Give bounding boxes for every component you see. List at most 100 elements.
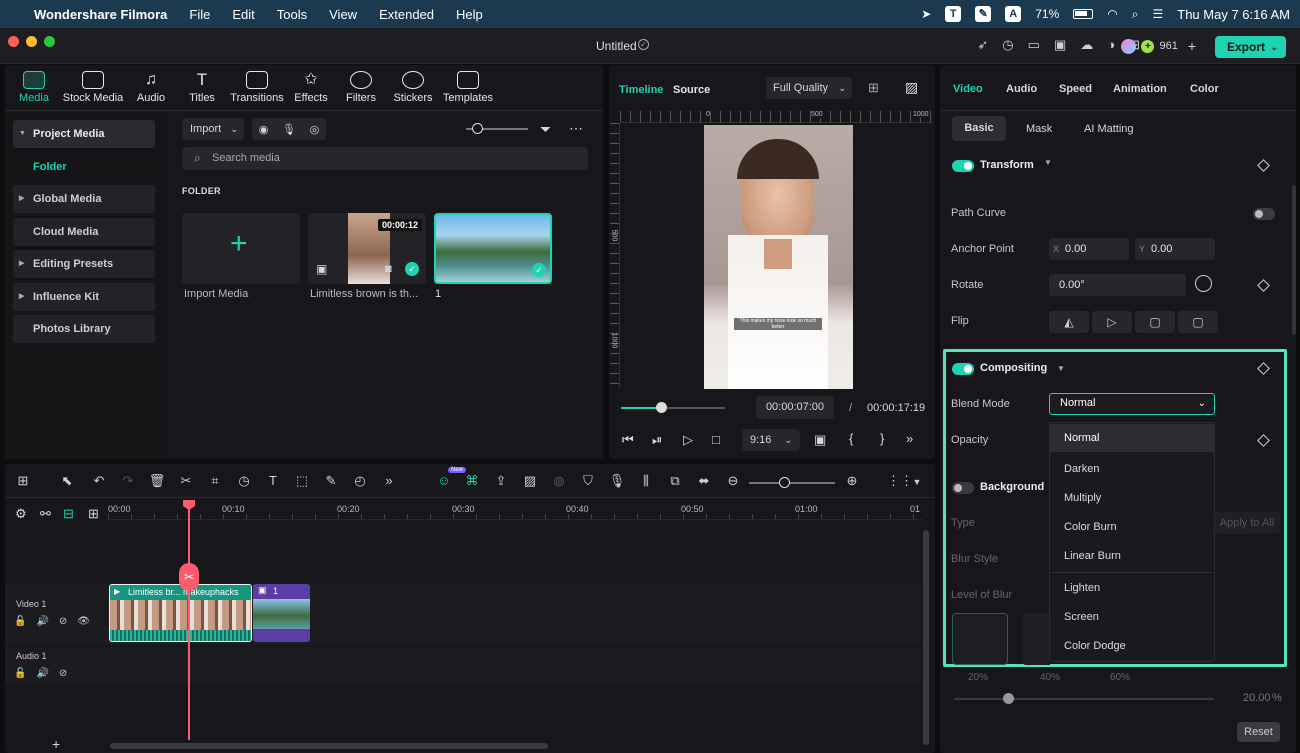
caption-track-icon[interactable]: ⊞ [88, 506, 99, 522]
image-edit-icon[interactable]: ▨ [521, 473, 539, 489]
arrow-icon[interactable]: ➤ [921, 7, 931, 21]
zoom-in-icon[interactable]: ⊕ [843, 473, 861, 489]
close-window-button[interactable] [8, 36, 19, 47]
record-icon[interactable]: ◉ [259, 123, 269, 136]
zoom-window-button[interactable] [44, 36, 55, 47]
sidebar-photos-library[interactable]: Photos Library [13, 315, 155, 343]
blend-option-darken[interactable]: Darken [1050, 455, 1214, 483]
blend-option-linear-burn[interactable]: Linear Burn [1050, 542, 1214, 570]
blend-option-color-burn[interactable]: Color Burn [1050, 513, 1214, 541]
tab-titles[interactable]: T Titles [185, 71, 219, 105]
tab-templates[interactable]: Templates [441, 71, 495, 104]
tab-media[interactable]: Media [17, 71, 51, 104]
timer-icon[interactable]: ◴ [351, 473, 369, 489]
link-icon[interactable]: ⊟ [63, 506, 74, 522]
speaker-icon[interactable]: 🔊 [36, 668, 48, 679]
delete-icon[interactable]: 🗑 [148, 473, 166, 489]
blend-option-lighten[interactable]: Lighten [1050, 574, 1214, 602]
text-app-icon[interactable]: T [945, 6, 962, 22]
marker-icon[interactable]: ▣ [814, 432, 826, 448]
lock-icon[interactable]: 🔓 [14, 616, 26, 627]
control-center-icon[interactable]: ☰ [1153, 7, 1164, 21]
zoom-slider-thumb[interactable] [779, 477, 790, 488]
clock-icon[interactable]: ◷ [1002, 37, 1013, 53]
sidebar-project-media[interactable]: ▼ Project Media [13, 120, 155, 148]
subtab-ai-matting[interactable]: AI Matting [1084, 123, 1134, 135]
snap-icon[interactable]: ⌘ [463, 473, 481, 489]
split-scissors-icon[interactable]: ✂ [179, 563, 199, 591]
zoom-out-icon[interactable]: ⊖ [724, 473, 742, 489]
voiceover-mic-icon[interactable]: 🎙 [608, 473, 626, 489]
mark-out-icon[interactable]: } [880, 431, 884, 446]
timeline-clip-image[interactable]: ▣ 1 [253, 584, 310, 642]
play-frame-icon[interactable]: ⏯ [652, 432, 662, 448]
stop-icon[interactable]: □ [712, 432, 720, 447]
ratio-dropdown[interactable]: 9:16 ⌄ [742, 429, 800, 451]
undo-icon[interactable]: ↶ [90, 473, 108, 489]
blur-preset-2[interactable] [1022, 613, 1050, 665]
import-media-tile[interactable]: + [182, 213, 300, 284]
transform-collapse-icon[interactable]: ▼ [1044, 158, 1052, 167]
tab-timeline[interactable]: Timeline [619, 84, 663, 96]
track-height-icon[interactable]: ⋮⋮ [887, 473, 913, 489]
filter-icon[interactable]: ⏷ [540, 121, 551, 138]
add-credits-icon[interactable]: + [1188, 38, 1196, 54]
flip-vertical-button[interactable]: ▷ [1092, 311, 1132, 333]
more-icon[interactable]: ⋯ [569, 120, 583, 137]
blend-option-screen[interactable]: Screen [1050, 603, 1214, 631]
pen-app-icon[interactable]: ✎ [975, 6, 992, 22]
menu-tools[interactable]: Tools [277, 7, 307, 22]
preview-scrubber-thumb[interactable] [656, 402, 667, 413]
preview-video-frame[interactable]: This makes my nose look so much better [704, 125, 853, 389]
rotate-field[interactable]: 0.00° [1049, 274, 1186, 296]
menu-edit[interactable]: Edit [232, 7, 254, 22]
tab-filters[interactable]: Filters [343, 71, 379, 104]
speaker-icon[interactable]: 🔊 [36, 616, 48, 627]
search-input[interactable]: ⌕ Search media [182, 147, 588, 170]
tab-stock-media[interactable]: Stock Media [61, 71, 125, 104]
media-clip-landscape[interactable]: ✓ [434, 213, 552, 284]
subtab-basic[interactable]: Basic [952, 116, 1006, 141]
tab-color[interactable]: Color [1190, 83, 1219, 95]
menu-file[interactable]: File [189, 7, 210, 22]
blend-mode-select[interactable]: Normal ⌄ [1049, 393, 1215, 415]
blur-preset-1[interactable] [952, 613, 1008, 665]
scissors-icon[interactable]: ✂ [177, 473, 195, 489]
import-dropdown[interactable]: Import ⌄ [182, 118, 244, 140]
sidebar-folder[interactable]: Folder [13, 153, 155, 181]
tab-effects[interactable]: ✩ Effects [291, 71, 331, 104]
shape-icon[interactable]: ⬚ [293, 473, 311, 489]
mute-icon[interactable]: ⊘ [59, 616, 67, 627]
avatar[interactable] [1121, 38, 1137, 54]
quality-dropdown[interactable]: Full Quality ⌄ [766, 77, 852, 99]
export-clip-icon[interactable]: ⇪ [492, 473, 510, 489]
anchor-x-field[interactable]: X 0.00 [1049, 238, 1129, 260]
stabilize-icon[interactable]: ◍ [550, 473, 568, 489]
headset-icon[interactable]: ◑ [1107, 37, 1115, 53]
timeline-zoom-slider[interactable] [749, 482, 835, 484]
blur-level-slider[interactable] [954, 698, 1214, 700]
grid-view-icon[interactable]: ⊞ [868, 80, 879, 96]
playhead[interactable] [188, 502, 190, 740]
pen-icon[interactable]: ✎ [322, 473, 340, 489]
tab-stickers[interactable]: Stickers [391, 71, 435, 104]
timeline-hscrollbar[interactable] [110, 743, 548, 749]
unlink-icon[interactable]: ⚯ [40, 506, 51, 522]
tab-animation[interactable]: Animation [1113, 83, 1167, 95]
export-button[interactable]: Export ⌄ [1215, 36, 1286, 58]
timeline-vscrollbar[interactable] [923, 530, 929, 745]
compositing-collapse-icon[interactable]: ▼ [1057, 364, 1065, 373]
ai-assistant-icon[interactable]: ☺ [435, 473, 453, 488]
mute-icon[interactable]: ⊘ [59, 668, 67, 679]
shield-icon[interactable]: ⛉ [579, 473, 597, 489]
rotate-dial-icon[interactable] [1195, 275, 1212, 292]
lock-icon[interactable]: 🔓 [14, 668, 26, 679]
reset-button[interactable]: Reset [1237, 722, 1280, 742]
battery-icon[interactable] [1073, 9, 1094, 19]
current-time[interactable]: 00:00:07:00 [756, 396, 834, 419]
timeline-clip-makeup[interactable]: Limitless br... makeuphacks ▶ [109, 584, 252, 642]
select-arrow-icon[interactable]: ⬉ [58, 473, 76, 489]
tab-transitions[interactable]: Transitions [227, 71, 287, 104]
blend-option-normal[interactable]: Normal [1050, 424, 1214, 452]
minimize-window-button[interactable] [26, 36, 37, 47]
